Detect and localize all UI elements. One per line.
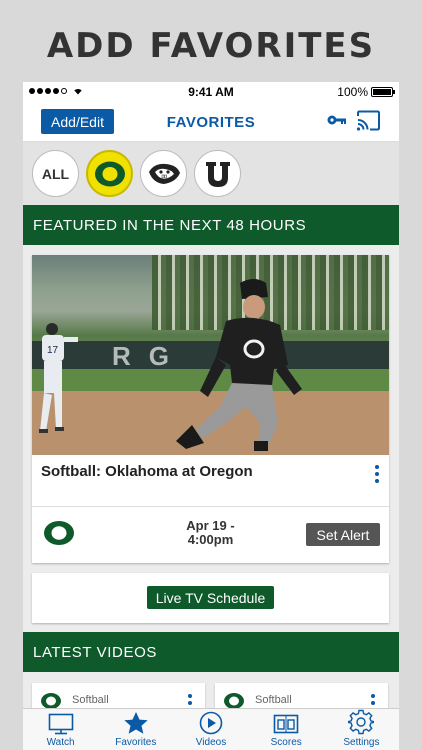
latest-videos-header: LATEST VIDEOS (23, 632, 399, 672)
tab-label: Videos (195, 737, 227, 748)
set-alert-button[interactable]: Set Alert (306, 523, 380, 546)
key-icon[interactable] (327, 114, 347, 126)
tab-watch[interactable]: Watch (23, 709, 98, 750)
video-category: Softball (255, 694, 292, 706)
more-options-icon[interactable] (374, 465, 380, 483)
event-title: Softball: Oklahoma at Oregon (41, 463, 253, 480)
nav-bar: Add/Edit FAVORITES (23, 102, 399, 142)
opponent-jersey-number: 17 (47, 345, 59, 356)
status-bar: 9:41 AM 100% (23, 82, 399, 102)
live-tv-schedule-button[interactable]: Live TV Schedule (147, 586, 274, 609)
play-icon (199, 711, 223, 735)
tab-settings[interactable]: Settings (324, 709, 399, 750)
utah-u-logo-icon (205, 161, 230, 187)
tab-label: Favorites (115, 737, 157, 748)
tab-label: Scores (270, 737, 302, 748)
battery-percent: 100% (337, 85, 368, 99)
opponent-player-image: 17 (39, 323, 78, 433)
promo-title: ADD FAVORITES (46, 26, 376, 66)
featured-event-card[interactable]: RG 17 Softball: Oklahoma at Oregon Apr 1… (32, 255, 389, 563)
team-all-label: ALL (41, 165, 70, 182)
live-tv-card: Live TV Schedule (32, 573, 389, 623)
tab-scores[interactable]: Scores (249, 709, 324, 750)
tab-favorites[interactable]: Favorites (98, 709, 173, 750)
video-category: Softball (72, 694, 109, 706)
team-filter-utah[interactable] (194, 150, 241, 197)
scoreboard-icon (273, 714, 299, 734)
oregon-o-logo-icon (94, 161, 125, 186)
team-filter-oregon[interactable] (86, 150, 133, 197)
tab-bar: Watch Favorites Videos Scores Settings (23, 708, 399, 750)
phone-screen: 9:41 AM 100% Add/Edit FAVORITES ALL FEAT… (23, 82, 399, 750)
team-filter-bar: ALL (23, 142, 399, 205)
gear-icon (348, 709, 375, 735)
star-icon (124, 712, 148, 734)
battery-icon (371, 87, 395, 97)
beaver-logo-icon (148, 163, 180, 184)
oregon-player-image (176, 279, 302, 451)
tab-label: Watch (46, 737, 75, 748)
team-filter-beavers[interactable] (140, 150, 187, 197)
featured-section-header: FEATURED IN THE NEXT 48 HOURS (23, 205, 399, 245)
cast-icon[interactable] (356, 110, 381, 131)
tab-videos[interactable]: Videos (173, 709, 248, 750)
tab-label: Settings (343, 737, 380, 748)
team-filter-all[interactable]: ALL (32, 150, 79, 197)
tv-icon (48, 713, 73, 735)
event-photo: RG 17 (32, 255, 389, 455)
